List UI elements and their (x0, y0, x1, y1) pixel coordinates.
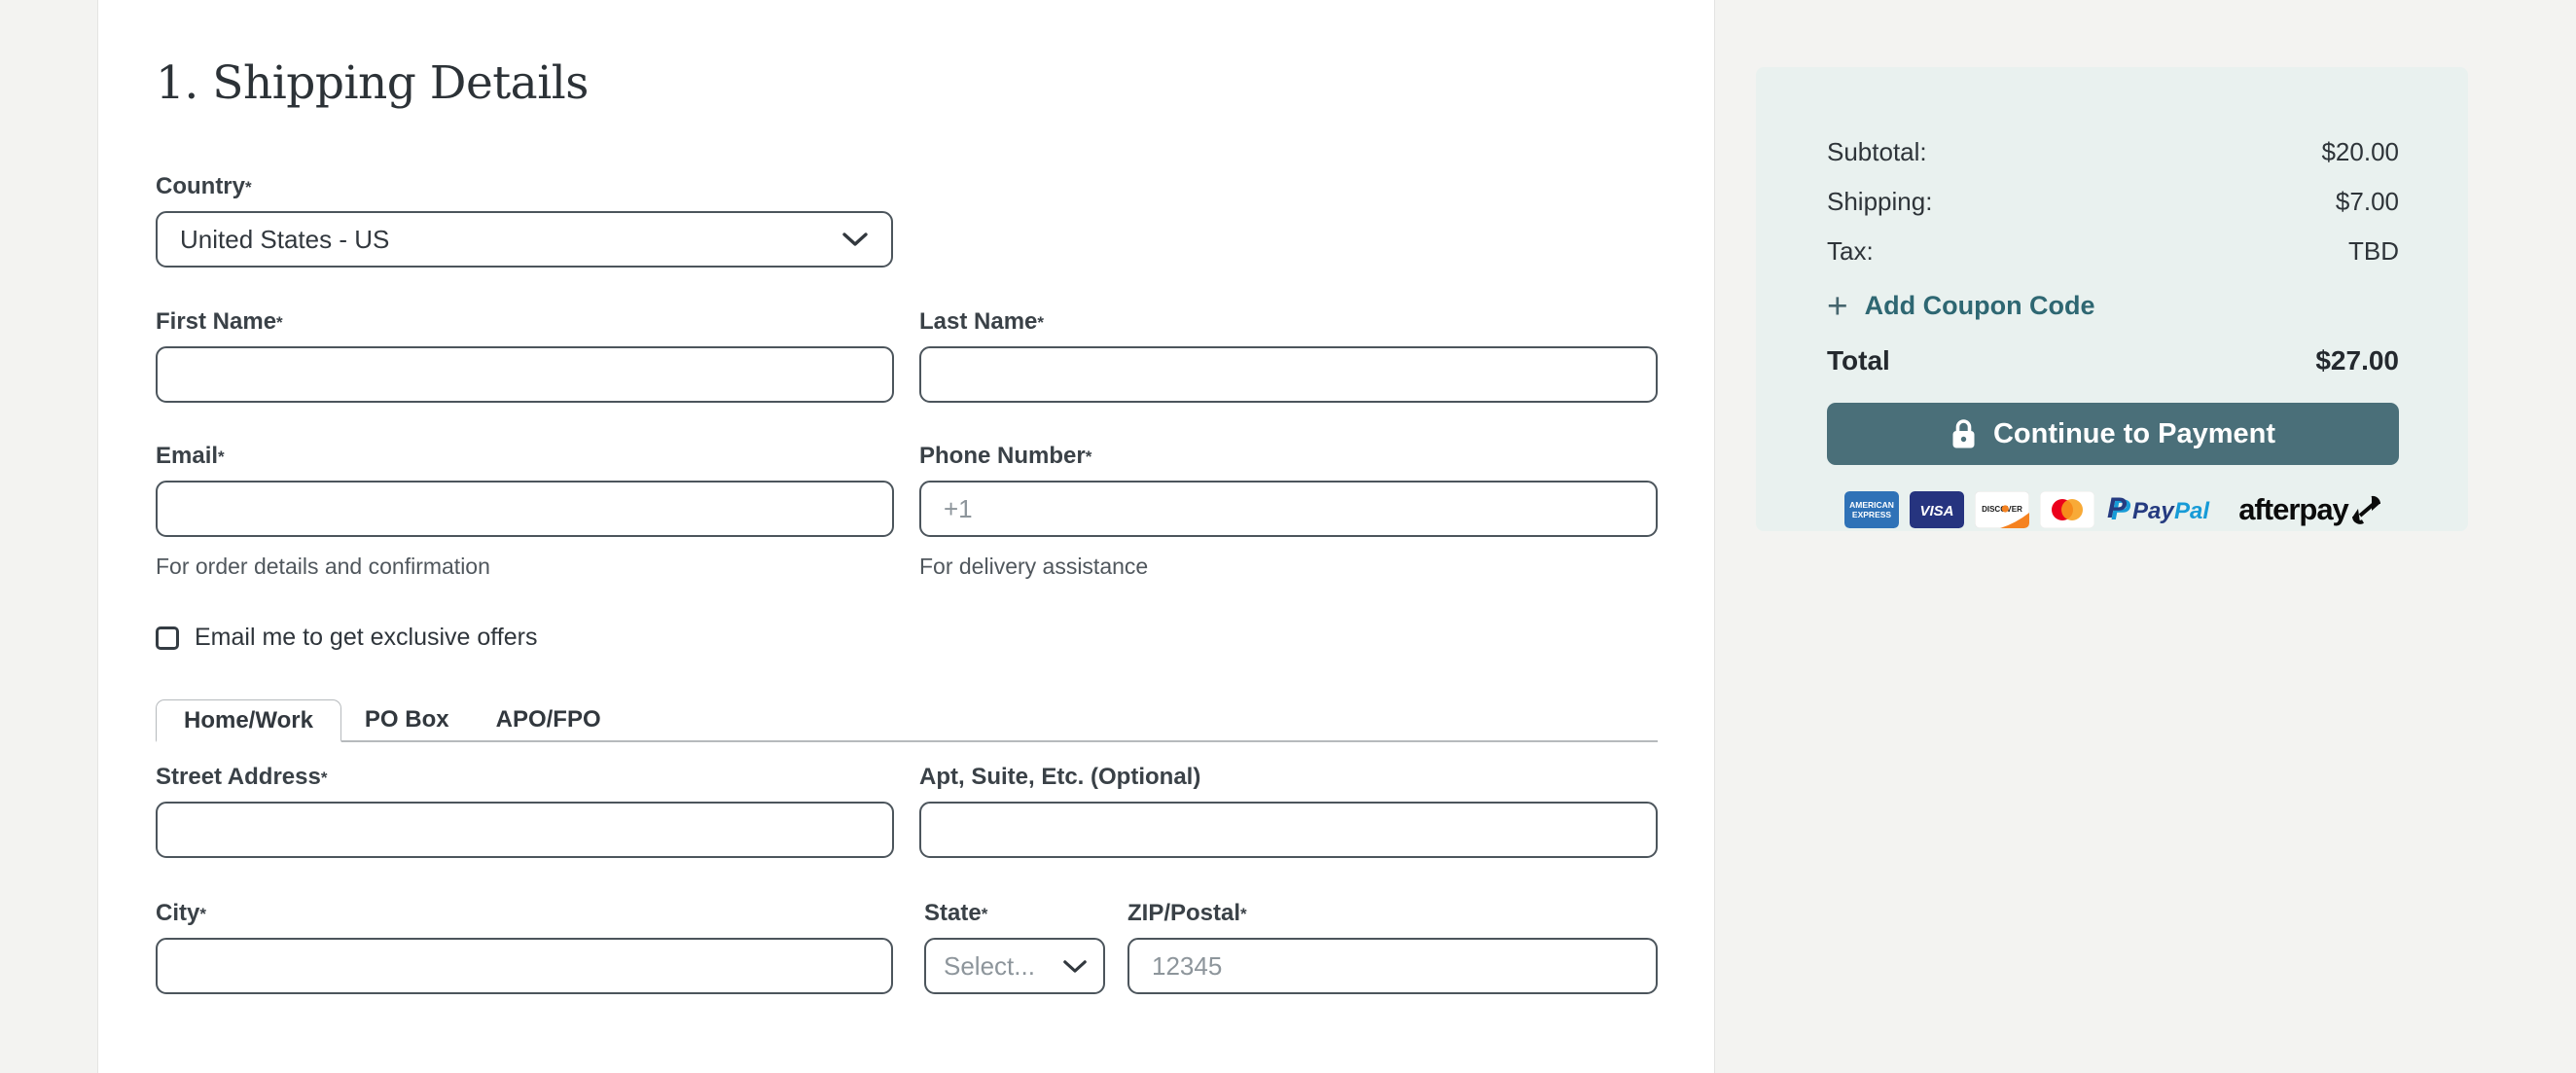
apt-suite-input[interactable] (919, 802, 1658, 858)
total-row: Total $27.00 (1827, 347, 2399, 375)
email-optin-label[interactable]: Email me to get exclusive offers (195, 624, 537, 652)
zip-field-group: ZIP/Postal* (1127, 899, 1658, 994)
paypal-logo-icon: P P Pay Pal (2107, 492, 2210, 526)
required-asterisk: * (245, 178, 252, 197)
phone-label: Phone Number* (919, 443, 1092, 469)
first-name-input[interactable] (156, 346, 894, 403)
required-asterisk: * (199, 905, 206, 923)
country-select[interactable]: United States - US (156, 211, 893, 268)
chevron-down-icon (842, 232, 868, 246)
page-title: 1. Shipping Details (156, 56, 589, 110)
discover-card-icon: DISCOVER (1975, 491, 2030, 528)
required-asterisk: * (1085, 447, 1092, 466)
street-address-label: Street Address* (156, 764, 328, 790)
tab-home-work[interactable]: Home/Work (156, 699, 341, 742)
required-asterisk: * (276, 313, 283, 332)
total-label: Total (1827, 345, 1890, 376)
street-address-field-group: Street Address* (156, 763, 894, 858)
apt-suite-field-group: Apt, Suite, Etc. (Optional) (919, 763, 1658, 858)
checkout-page: 1. Shipping Details Country* United Stat… (0, 0, 2576, 1073)
continue-to-payment-label: Continue to Payment (1992, 417, 2275, 449)
shipping-label: Shipping: (1827, 187, 1933, 216)
phone-input[interactable] (919, 481, 1658, 537)
required-asterisk: * (320, 769, 328, 787)
add-coupon-label: Add Coupon Code (1864, 291, 2095, 320)
tab-apo-fpo[interactable]: APO/FPO (473, 699, 625, 740)
lock-icon (1952, 418, 1975, 447)
email-label: Email* (156, 443, 225, 469)
country-select-value: United States - US (180, 224, 390, 254)
shipping-row: Shipping: $7.00 (1827, 189, 2399, 214)
shipping-details-section: 1. Shipping Details Country* United Stat… (97, 0, 1715, 1073)
city-field-group: City* (156, 899, 893, 994)
last-name-field-group: Last Name* (919, 307, 1658, 403)
svg-text:EXPRESS: EXPRESS (1852, 510, 1891, 519)
svg-text:P: P (2107, 492, 2128, 524)
order-summary-panel: Subtotal: $20.00 Shipping: $7.00 Tax: TB… (1756, 67, 2468, 531)
required-asterisk: * (218, 447, 225, 466)
total-value: $27.00 (2315, 345, 2399, 376)
state-select-placeholder: Select... (944, 950, 1035, 981)
subtotal-row: Subtotal: $20.00 (1827, 139, 2399, 164)
address-type-tabs: Home/Work PO Box APO/FPO (156, 699, 1658, 742)
state-select[interactable]: Select... (924, 938, 1105, 994)
shipping-value: $7.00 (2335, 187, 2399, 216)
email-optin-row: Email me to get exclusive offers (156, 624, 1658, 652)
country-field-group: Country* United States - US (156, 172, 1658, 268)
mastercard-icon (2040, 491, 2095, 528)
zip-input[interactable] (1127, 938, 1658, 994)
subtotal-value: $20.00 (2321, 137, 2399, 166)
tax-row: Tax: TBD (1827, 238, 2399, 264)
tax-value: TBD (2348, 236, 2399, 266)
required-asterisk: * (981, 905, 988, 923)
first-name-label: First Name* (156, 308, 283, 335)
add-coupon-link[interactable]: + Add Coupon Code (1827, 285, 2399, 326)
zip-label: ZIP/Postal* (1127, 900, 1247, 926)
accepted-payment-methods: AMERICAN EXPRESS VISA DISCOVER P P (1827, 491, 2399, 528)
afterpay-loop-arrow-icon (2351, 495, 2380, 524)
chevron-down-icon (1063, 959, 1087, 973)
required-asterisk: * (1037, 313, 1045, 332)
apt-suite-label: Apt, Suite, Etc. (Optional) (919, 764, 1201, 790)
svg-text:Pal: Pal (2174, 498, 2210, 524)
required-asterisk: * (1240, 905, 1247, 923)
tab-po-box[interactable]: PO Box (341, 699, 473, 740)
visa-card-icon: VISA (1910, 491, 1965, 528)
svg-text:VISA: VISA (1920, 503, 1954, 519)
email-helper-text: For order details and confirmation (156, 554, 490, 579)
plus-icon: + (1827, 285, 1848, 326)
amex-card-icon: AMERICAN EXPRESS (1844, 491, 1900, 528)
state-label: State* (924, 900, 988, 926)
svg-text:AMERICAN: AMERICAN (1849, 500, 1894, 510)
country-label: Country* (156, 173, 252, 199)
street-address-input[interactable] (156, 802, 894, 858)
svg-text:Pay: Pay (2132, 498, 2175, 524)
city-label: City* (156, 900, 206, 926)
phone-field-group: Phone Number* For delivery assistance (919, 442, 1658, 580)
city-input[interactable] (156, 938, 893, 994)
continue-to-payment-button[interactable]: Continue to Payment (1827, 403, 2399, 465)
state-field-group: State* Select... (924, 899, 1105, 994)
email-optin-checkbox[interactable] (156, 626, 179, 650)
subtotal-label: Subtotal: (1827, 137, 1927, 166)
afterpay-logo: afterpay (2238, 492, 2381, 527)
first-name-field-group: First Name* (156, 307, 894, 403)
phone-helper-text: For delivery assistance (919, 554, 1149, 579)
email-input[interactable] (156, 481, 894, 537)
email-field-group: Email* For order details and confirmatio… (156, 442, 894, 580)
last-name-label: Last Name* (919, 308, 1045, 335)
last-name-input[interactable] (919, 346, 1658, 403)
tax-label: Tax: (1827, 236, 1874, 266)
afterpay-wordmark: afterpay (2238, 492, 2349, 526)
